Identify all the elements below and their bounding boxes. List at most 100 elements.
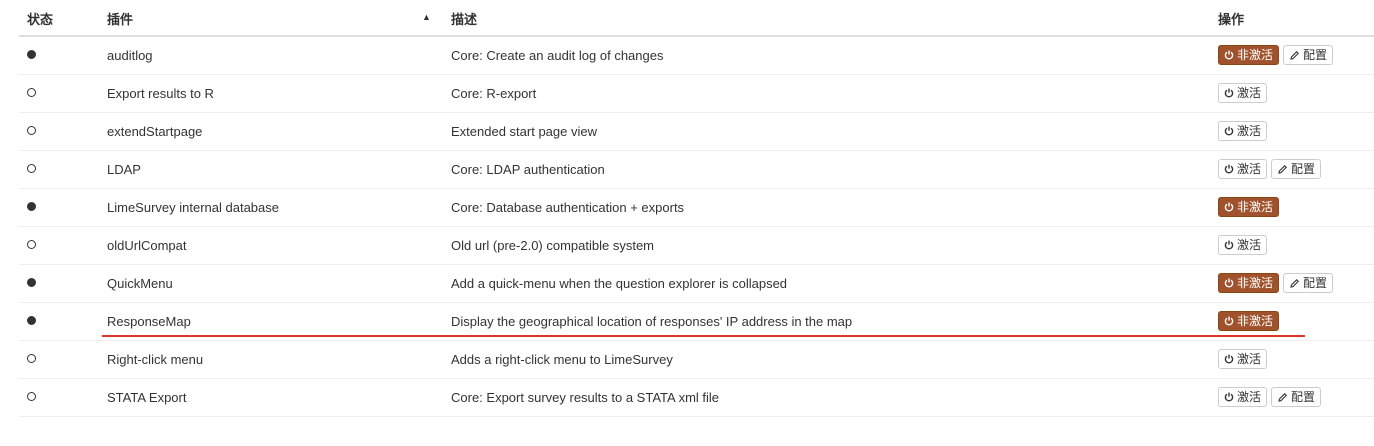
power-icon: [1224, 164, 1234, 174]
power-icon: [1224, 202, 1234, 212]
configure-label: 配置: [1303, 276, 1328, 290]
plugin-description: Core: Database authentication + exports: [451, 200, 685, 215]
configure-label: 配置: [1291, 162, 1316, 176]
deactivate-button[interactable]: 非激活: [1218, 45, 1280, 65]
table-body: auditlog Core: Create an audit log of cha…: [19, 37, 1374, 417]
plugin-name: oldUrlCompat: [107, 238, 187, 253]
row-actions: 非激活: [1218, 311, 1280, 331]
activate-button[interactable]: 激活: [1218, 349, 1268, 369]
row-actions: 非激活: [1218, 197, 1280, 217]
status-inactive-icon: [27, 354, 36, 363]
status-inactive-icon: [27, 126, 36, 135]
status-inactive-icon: [27, 240, 36, 249]
row-actions: 激活 配置: [1218, 387, 1322, 407]
power-icon: [1224, 278, 1234, 288]
configure-button[interactable]: 配置: [1271, 159, 1322, 179]
table-row: QuickMenu Add a quick-menu when the quest…: [19, 265, 1374, 303]
pencil-icon: [1289, 50, 1300, 61]
plugin-name: QuickMenu: [107, 276, 173, 291]
configure-button[interactable]: 配置: [1283, 273, 1334, 293]
toggle-label: 非激活: [1237, 48, 1274, 62]
status-inactive-icon: [27, 164, 36, 173]
toggle-label: 激活: [1237, 390, 1262, 404]
toggle-label: 非激活: [1237, 200, 1274, 214]
table-row: Right-click menu Adds a right-click menu …: [19, 341, 1374, 379]
toggle-label: 激活: [1237, 124, 1262, 138]
status-active-icon: [27, 50, 36, 59]
plugin-description: Core: Export survey results to a STATA x…: [451, 390, 720, 405]
row-actions: 激活: [1218, 235, 1268, 255]
toggle-label: 激活: [1237, 352, 1262, 366]
pencil-icon: [1277, 392, 1288, 403]
power-icon: [1224, 50, 1234, 60]
plugin-description: Extended start page view: [451, 124, 597, 139]
activate-button[interactable]: 激活: [1218, 159, 1268, 179]
header-actions: 操作: [1218, 12, 1245, 27]
deactivate-button[interactable]: 非激活: [1218, 311, 1280, 331]
toggle-label: 非激活: [1237, 314, 1274, 328]
row-actions: 激活 配置: [1218, 159, 1322, 179]
pencil-icon: [1277, 164, 1288, 175]
activate-button[interactable]: 激活: [1218, 83, 1268, 103]
plugin-name: LDAP: [107, 162, 141, 177]
table-row: Export results to R Core: R-export 激活: [19, 75, 1374, 113]
status-active-icon: [27, 316, 36, 325]
row-actions: 非激活 配置: [1218, 45, 1334, 65]
plugin-name: Export results to R: [107, 86, 214, 101]
header-status[interactable]: 状态: [27, 9, 53, 28]
row-actions: 激活: [1218, 83, 1268, 103]
row-actions: 激活: [1218, 349, 1268, 369]
plugin-name: Right-click menu: [107, 352, 204, 367]
highlight-underline: [102, 335, 1305, 337]
toggle-label: 非激活: [1237, 276, 1274, 290]
deactivate-button[interactable]: 非激活: [1218, 273, 1280, 293]
table-row: auditlog Core: Create an audit log of cha…: [19, 37, 1374, 75]
status-active-icon: [27, 278, 36, 287]
plugin-description: Adds a right-click menu to LimeSurvey: [451, 352, 673, 367]
activate-button[interactable]: 激活: [1218, 387, 1268, 407]
status-active-icon: [27, 202, 36, 211]
row-actions: 激活: [1218, 121, 1268, 141]
configure-button[interactable]: 配置: [1283, 45, 1334, 65]
header-description[interactable]: 描述: [451, 9, 477, 28]
plugin-description: Display the geographical location of res…: [451, 314, 853, 329]
plugin-description: Old url (pre-2.0) compatible system: [451, 238, 655, 253]
plugin-description: Core: R-export: [451, 86, 537, 101]
header-plugin[interactable]: 插件: [107, 9, 133, 28]
table-row: LimeSurvey internal database Core: Databa…: [19, 189, 1374, 227]
row-actions: 非激活 配置: [1218, 273, 1334, 293]
plugin-description: Core: Create an audit log of changes: [451, 48, 664, 63]
plugin-name: auditlog: [107, 48, 153, 63]
configure-button[interactable]: 配置: [1271, 387, 1322, 407]
toggle-label: 激活: [1237, 238, 1262, 252]
power-icon: [1224, 354, 1234, 364]
plugin-description: Core: LDAP authentication: [451, 162, 605, 177]
configure-label: 配置: [1303, 48, 1328, 62]
toggle-label: 激活: [1237, 162, 1262, 176]
table-row: oldUrlCompat Old url (pre-2.0) compatible…: [19, 227, 1374, 265]
deactivate-button[interactable]: 非激活: [1218, 197, 1280, 217]
power-icon: [1224, 392, 1234, 402]
plugin-name: extendStartpage: [107, 124, 203, 139]
plugin-name: LimeSurvey internal database: [107, 200, 279, 215]
plugin-description: Add a quick-menu when the question explo…: [451, 276, 788, 291]
configure-label: 配置: [1291, 390, 1316, 404]
table-header: 状态 插件 ▲ 描述 操作: [19, 0, 1374, 37]
status-inactive-icon: [27, 88, 36, 97]
activate-button[interactable]: 激活: [1218, 121, 1268, 141]
table-row: LDAP Core: LDAP authentication 激活 配置: [19, 151, 1374, 189]
power-icon: [1224, 316, 1234, 326]
power-icon: [1224, 126, 1234, 136]
plugin-name: ResponseMap: [107, 314, 191, 329]
plugin-name: STATA Export: [107, 390, 187, 405]
activate-button[interactable]: 激活: [1218, 235, 1268, 255]
sort-ascending-icon[interactable]: ▲: [422, 12, 431, 22]
table-row: STATA Export Core: Export survey results …: [19, 379, 1374, 417]
toggle-label: 激活: [1237, 86, 1262, 100]
plugin-table: 状态 插件 ▲ 描述 操作 auditlog Core: Create an au…: [19, 0, 1374, 417]
power-icon: [1224, 88, 1234, 98]
status-inactive-icon: [27, 392, 36, 401]
pencil-icon: [1289, 278, 1300, 289]
table-row: extendStartpage Extended start page view 激…: [19, 113, 1374, 151]
power-icon: [1224, 240, 1234, 250]
